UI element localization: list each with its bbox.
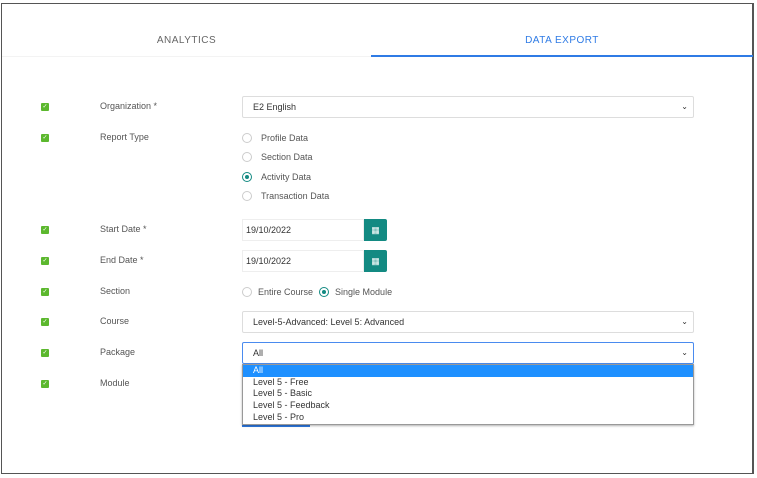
radio-icon: [242, 191, 252, 201]
package-label: Package: [100, 347, 136, 357]
course-label: Course: [100, 316, 130, 326]
start-date-input[interactable]: 19/10/2022: [242, 219, 364, 241]
row-package: ✓ Package All ⌄: [0, 342, 757, 364]
dropdown-option[interactable]: Level 5 - Pro: [243, 412, 693, 424]
radio-icon: [242, 133, 252, 143]
section-label: Section: [100, 286, 131, 296]
chevron-down-icon: ⌄: [681, 348, 688, 357]
check-icon: ✓: [41, 380, 49, 388]
package-dropdown-list: All Level 5 - Free Level 5 - Basic Level…: [242, 364, 694, 425]
radio-section-data[interactable]: Section Data: [242, 152, 313, 162]
check-icon: ✓: [41, 318, 49, 326]
radio-label: Transaction Data: [261, 191, 330, 201]
check-icon: ✓: [41, 226, 49, 234]
tab-analytics[interactable]: ANALYTICS: [2, 30, 371, 57]
radio-selected-icon: [242, 172, 252, 182]
dropdown-option[interactable]: Level 5 - Basic: [243, 388, 693, 400]
end-date-label: End Date *: [100, 255, 144, 265]
check-icon: ✓: [41, 349, 49, 357]
radio-activity-data[interactable]: Activity Data: [242, 172, 311, 182]
row-report-type: ✓ Report Type: [0, 128, 757, 148]
chevron-down-icon: ⌄: [681, 317, 688, 326]
radio-label: Entire Course: [258, 287, 314, 297]
end-date-input[interactable]: 19/10/2022: [242, 250, 364, 272]
radio-profile-data[interactable]: Profile Data: [242, 133, 308, 143]
check-icon: ✓: [41, 134, 49, 142]
row-start-date: ✓ Start Date * 19/10/2022 ▦: [0, 219, 757, 241]
radio-transaction-data[interactable]: Transaction Data: [242, 191, 329, 201]
check-icon: ✓: [41, 257, 49, 265]
radio-label: Activity Data: [261, 172, 312, 182]
package-value: All: [253, 348, 264, 358]
row-organization: ✓ Organization * E2 English ⌄: [0, 96, 757, 118]
chevron-down-icon: ⌄: [681, 102, 688, 111]
organization-value: E2 English: [253, 102, 297, 112]
radio-label: Single Module: [335, 287, 393, 297]
start-date-label: Start Date *: [100, 224, 147, 234]
course-value: Level-5-Advanced: Level 5: Advanced: [253, 317, 405, 327]
organization-select[interactable]: E2 English ⌄: [242, 96, 694, 118]
package-select[interactable]: All ⌄: [242, 342, 694, 364]
row-section: ✓ Section Entire Course Single Module: [0, 282, 757, 302]
row-end-date: ✓ End Date * 19/10/2022 ▦: [0, 250, 757, 272]
dropdown-option[interactable]: Level 5 - Free: [243, 377, 693, 389]
dropdown-option[interactable]: All: [243, 365, 693, 377]
radio-label: Section Data: [261, 152, 313, 162]
check-icon: ✓: [41, 103, 49, 111]
organization-label: Organization *: [100, 101, 158, 111]
tab-data-export[interactable]: DATA EXPORT: [371, 30, 753, 57]
section-radios: Entire Course Single Module: [242, 287, 392, 297]
radio-icon: [242, 152, 252, 162]
radio-label: Profile Data: [261, 133, 309, 143]
radio-entire-course[interactable]: [242, 287, 252, 297]
report-type-label: Report Type: [100, 132, 149, 142]
course-select[interactable]: Level-5-Advanced: Level 5: Advanced ⌄: [242, 311, 694, 333]
row-course: ✓ Course Level-5-Advanced: Level 5: Adva…: [0, 311, 757, 333]
radio-single-module[interactable]: [319, 287, 330, 297]
calendar-icon[interactable]: ▦: [364, 219, 387, 241]
dropdown-option[interactable]: Level 5 - Feedback: [243, 400, 693, 412]
module-label: Module: [100, 378, 130, 388]
check-icon: ✓: [41, 288, 49, 296]
calendar-icon[interactable]: ▦: [364, 250, 387, 272]
